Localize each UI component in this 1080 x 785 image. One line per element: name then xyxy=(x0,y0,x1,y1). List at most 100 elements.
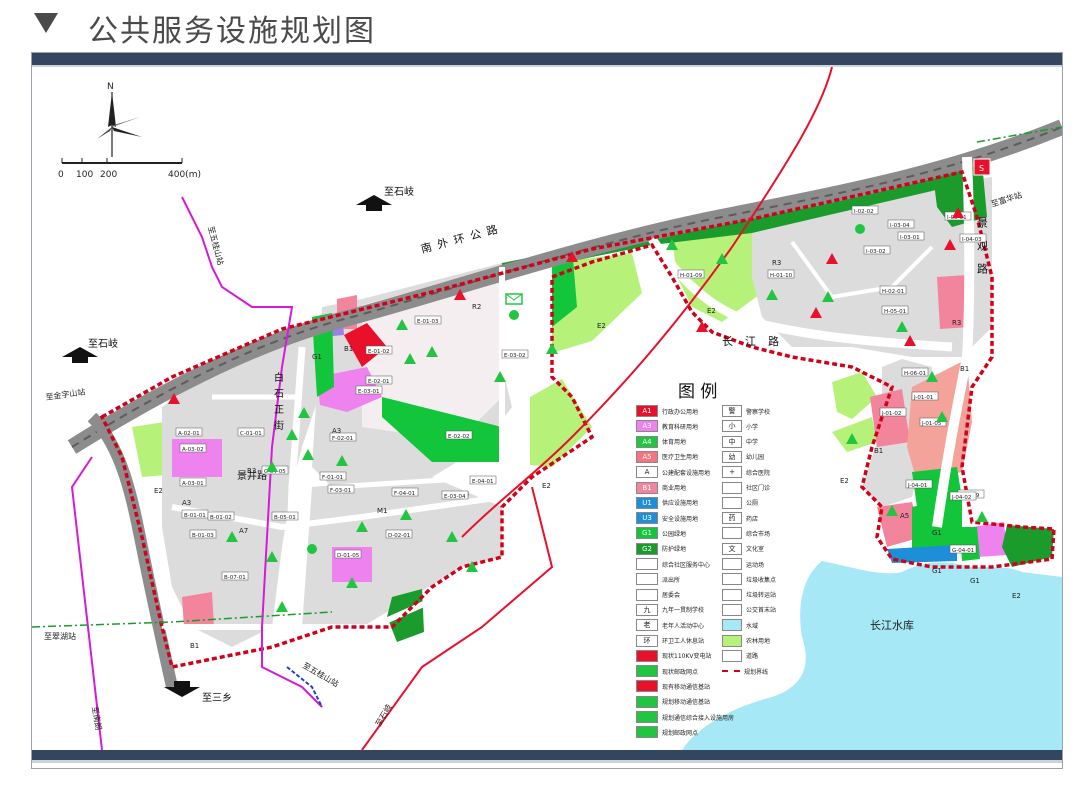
legend-swatch xyxy=(636,695,658,708)
legend-item: 小小学 xyxy=(722,420,758,433)
legend-swatch: U1 xyxy=(636,496,658,509)
parcel-label: B-07-01 xyxy=(221,571,249,581)
parcel-label: J-04-01 xyxy=(905,479,933,489)
svg-text:A-02-01: A-02-01 xyxy=(178,431,200,437)
svg-text:J-01-02: J-01-02 xyxy=(881,411,901,417)
legend-item: 中中学 xyxy=(722,435,758,448)
road-name-baishizheng: 白石正街 xyxy=(272,371,284,436)
legend-swatch: A3 xyxy=(636,420,658,433)
legend-label: 规划通信综合接入设施用房 xyxy=(662,714,735,722)
triangle-marker-icon xyxy=(34,13,58,33)
zone-code-label: G1 xyxy=(932,529,942,537)
parcel-label: D-02-01 xyxy=(385,529,413,539)
comm-facility-icon[interactable] xyxy=(855,224,865,234)
legend-item: B1 商业用地 xyxy=(636,481,686,494)
parcel-label: C-01-01 xyxy=(237,427,265,437)
parcel-label: F-03-01 xyxy=(327,484,355,494)
legend-item: U3 安全设施用地 xyxy=(636,512,698,525)
legend-label: 水域 xyxy=(746,622,759,630)
legend-label: 公建配套设施用地 xyxy=(662,469,711,477)
legend-swatch xyxy=(722,573,742,586)
substation-marker-icon[interactable]: S xyxy=(973,158,991,176)
svg-text:G-04-01: G-04-01 xyxy=(952,548,974,554)
legend-swatch xyxy=(722,603,742,616)
svg-text:F-04-01: F-04-01 xyxy=(394,491,415,497)
top-band xyxy=(32,53,1062,65)
legend-item: 规划界线 xyxy=(722,665,768,677)
legend-swatch: 小 xyxy=(722,420,742,433)
svg-text:J-04-01: J-04-01 xyxy=(907,483,927,489)
parcel-label: G-04-01 xyxy=(949,544,977,554)
svg-text:E-03-04: E-03-04 xyxy=(444,494,466,500)
parcel-label: H-02-01 xyxy=(879,285,907,295)
parcel-label: H-01-10 xyxy=(767,269,795,279)
legend-item: 规划邮政网点 xyxy=(636,726,698,739)
legend-label: 九年一贯制学校 xyxy=(662,607,705,615)
zone-code-label: A5 xyxy=(900,512,909,520)
legend-swatch: 警 xyxy=(722,405,742,417)
legend-item: 农林用地 xyxy=(722,634,770,647)
legend-swatch: 幼 xyxy=(722,450,742,463)
legend-label: 供应设施用地 xyxy=(662,500,699,508)
svg-text:E-03-01: E-03-01 xyxy=(358,389,379,395)
legend-swatch: + xyxy=(722,466,742,479)
svg-text:B-01-02: B-01-02 xyxy=(210,515,232,521)
direction-label: 至翠湖站 xyxy=(44,631,76,641)
legend-swatch xyxy=(636,680,658,693)
legend-swatch: 环 xyxy=(636,634,658,647)
svg-text:E-03-02: E-03-02 xyxy=(504,353,525,359)
legend-item: 综合社区服务中心 xyxy=(636,558,710,570)
legend-label: 规划界线 xyxy=(744,668,769,676)
zone-code-label: E2 xyxy=(707,307,716,315)
zone-code-label: R2 xyxy=(472,303,481,311)
legend-label: 规划移动通信基站 xyxy=(662,699,711,707)
legend-item: 运动场 xyxy=(722,558,764,570)
legend-item: 文文化室 xyxy=(722,542,764,555)
legend-item: 幼幼儿园 xyxy=(722,450,764,463)
scale-tick-0: 0 xyxy=(58,170,64,180)
parcel-label: E-03-04 xyxy=(441,490,469,500)
bottom-band xyxy=(32,750,1062,760)
zone-code-label: G1 xyxy=(970,577,980,585)
zone-code-label: E2 xyxy=(154,487,163,495)
zone-code-label: R3 xyxy=(952,319,961,327)
legend-label: 现状邮政网点 xyxy=(662,668,699,676)
legend-swatch xyxy=(722,588,742,601)
legend-swatch xyxy=(636,726,658,739)
svg-text:I-03-01: I-03-01 xyxy=(900,235,920,241)
legend-item: 公交首末站 xyxy=(722,603,776,616)
parcel-label: I-03-01 xyxy=(897,231,925,241)
legend-label: 综合医院 xyxy=(746,469,771,477)
svg-text:C-01-01: C-01-01 xyxy=(240,431,262,437)
parcel-label: B-01-03 xyxy=(189,529,217,539)
legend-swatch xyxy=(636,711,658,723)
svg-text:E-04-01: E-04-01 xyxy=(472,479,493,485)
legend-label: 垃圾收集点 xyxy=(746,576,777,584)
comm-facility-icon[interactable] xyxy=(509,310,519,320)
legend-swatch xyxy=(722,558,742,570)
legend-swatch: G2 xyxy=(636,542,658,555)
parcel-label: E-02-02 xyxy=(445,430,473,440)
legend-label: 行政办公用地 xyxy=(662,408,699,416)
parcel-label: E-04-01 xyxy=(469,475,497,485)
comm-facility-icon[interactable] xyxy=(307,544,317,554)
svg-text:H-02-01: H-02-01 xyxy=(882,289,904,295)
parcel-label: B-01-02 xyxy=(207,511,235,521)
legend-label: 教育科研用地 xyxy=(662,423,699,431)
planning-map[interactable]: N 0 100 200 400(m) 至石岐 至石岐 至三乡 至金字山站 至翠湖… xyxy=(32,67,1062,750)
legend-item: A5 医疗卫生用地 xyxy=(636,450,698,463)
legend-swatch xyxy=(636,573,658,586)
legend-label: 公厕 xyxy=(746,500,759,508)
legend-swatch xyxy=(636,649,658,662)
svg-text:E-02-02: E-02-02 xyxy=(448,434,469,440)
legend-label: 道路 xyxy=(746,653,759,661)
zone-code-label: M1 xyxy=(377,507,388,515)
legend-item: 九九年一贯制学校 xyxy=(636,603,705,616)
svg-text:F-03-01: F-03-01 xyxy=(330,488,351,494)
legend-label: 综合市场 xyxy=(746,530,771,538)
green-g1-6 xyxy=(960,527,980,561)
svg-text:D-01-05: D-01-05 xyxy=(337,553,360,559)
zone-code-label: B1 xyxy=(190,642,199,650)
post-office-icon[interactable] xyxy=(505,293,523,305)
legend-swatch xyxy=(636,558,658,570)
